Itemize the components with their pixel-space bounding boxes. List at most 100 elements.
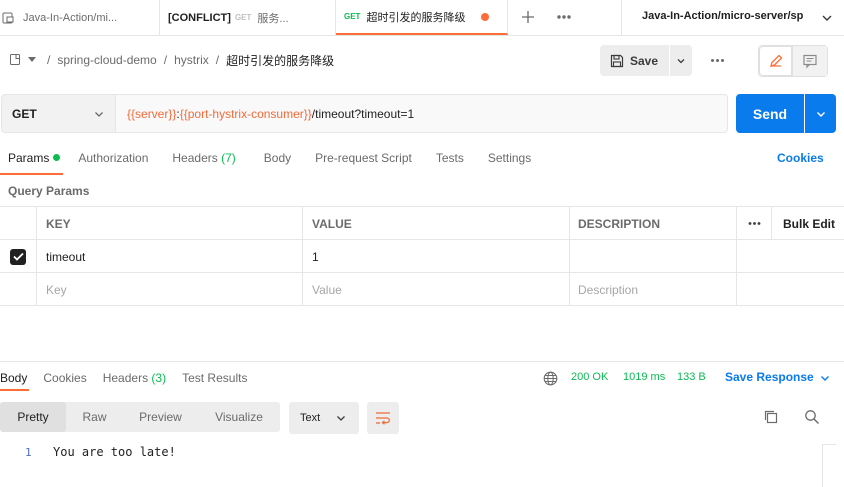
headers-count: (3) xyxy=(151,371,167,385)
chevron-down-icon xyxy=(816,111,825,117)
tab-params[interactable]: Params xyxy=(8,151,61,165)
response-body-text: You are too late! xyxy=(53,445,176,459)
tab-item[interactable]: [CONFLICT] GET 服务... xyxy=(160,0,336,35)
view-preview-button[interactable]: Preview xyxy=(123,402,198,432)
new-tab-button[interactable] xyxy=(518,7,538,27)
chevron-down-icon xyxy=(337,416,345,421)
save-button[interactable]: Save xyxy=(600,45,669,76)
format-select[interactable]: Text xyxy=(289,402,359,434)
table-row: timeout 1 xyxy=(0,240,844,273)
active-tab-underline xyxy=(0,389,29,391)
environment-selector[interactable]: Java-In-Action/micro-server/sp xyxy=(642,10,808,22)
tab-label: Headers xyxy=(102,371,149,385)
url-input[interactable]: {{server}}: {{port-hystrix-consumer}}/tim… xyxy=(116,94,728,133)
save-icon xyxy=(610,54,624,67)
row-spacer xyxy=(737,273,772,306)
wrap-lines-icon xyxy=(376,412,390,425)
tab-tests[interactable]: Tests xyxy=(436,151,464,165)
chevron-down-icon xyxy=(677,58,685,63)
response-size[interactable]: 133 B xyxy=(677,371,706,383)
tab-item[interactable]: Java-In-Action/mi... xyxy=(0,0,160,35)
documentation-mode-button[interactable] xyxy=(793,46,827,76)
bulk-edit-button[interactable]: Bulk Edit xyxy=(772,207,844,240)
tab-label: 超时引发的服务降级 xyxy=(366,11,466,24)
unsaved-dot-icon xyxy=(481,13,489,21)
caret-down-icon[interactable] xyxy=(28,57,36,63)
request-file-icon xyxy=(10,54,20,65)
plus-icon xyxy=(522,11,534,23)
save-options-button[interactable] xyxy=(670,45,692,76)
url-path: /timeout?timeout=1 xyxy=(311,106,415,121)
tab-settings[interactable]: Settings xyxy=(488,151,531,165)
column-header-key: KEY xyxy=(37,207,303,240)
tab-prerequest-script[interactable]: Pre-request Script xyxy=(315,151,412,165)
edit-mode-button[interactable] xyxy=(759,46,793,76)
wrap-lines-button[interactable] xyxy=(367,402,399,434)
response-body-editor[interactable]: 1 You are too late! xyxy=(0,445,822,465)
row-checkbox-cell xyxy=(0,240,37,273)
chevron-down-icon[interactable] xyxy=(819,372,831,384)
tab-response-body[interactable]: Body xyxy=(0,371,27,385)
tab-label: Java-In-Action/mi... xyxy=(23,11,118,24)
tab-label: Params xyxy=(8,151,50,165)
method-select[interactable]: GET xyxy=(1,94,116,133)
chevron-down-icon[interactable] xyxy=(820,11,834,25)
headers-count: (7) xyxy=(221,151,236,165)
cookies-link[interactable]: Cookies xyxy=(777,151,824,165)
format-value: Text xyxy=(300,412,321,424)
view-raw-button[interactable]: Raw xyxy=(66,402,123,432)
tab-response-cookies[interactable]: Cookies xyxy=(43,371,86,385)
line-number: 1 xyxy=(25,446,32,459)
more-horizontal-icon xyxy=(748,222,760,225)
send-options-button[interactable] xyxy=(805,94,836,133)
response-time[interactable]: 1019 ms xyxy=(623,371,665,383)
tab-test-results[interactable]: Test Results xyxy=(182,371,247,385)
chevron-down-icon xyxy=(95,112,103,117)
param-enabled-checkbox[interactable] xyxy=(10,248,26,265)
param-description-input[interactable] xyxy=(570,240,737,273)
breadcrumb-item[interactable]: hystrix xyxy=(174,53,209,67)
param-key-placeholder[interactable]: Key xyxy=(37,273,303,306)
row-checkbox-cell xyxy=(0,273,37,306)
request-more-button[interactable] xyxy=(708,52,726,68)
method-badge: GET xyxy=(344,12,361,21)
tab-label: Headers xyxy=(172,151,218,165)
param-value-input[interactable]: 1 xyxy=(303,240,570,273)
url-variable: {{port-hystrix-consumer}} xyxy=(179,106,312,121)
divider xyxy=(621,0,622,35)
tab-item-active[interactable]: GET 超时引发的服务降级 xyxy=(336,0,508,35)
tab-options-button[interactable] xyxy=(554,7,574,27)
tab-response-headers[interactable]: Headers (3) xyxy=(103,371,166,385)
editor-scrollbar[interactable] xyxy=(822,444,836,487)
url-variable: {{server}} xyxy=(127,106,177,121)
breadcrumb-separator: / xyxy=(163,53,168,67)
tab-authorization[interactable]: Authorization xyxy=(78,151,148,165)
pane-divider[interactable] xyxy=(0,361,844,362)
row-spacer xyxy=(737,240,772,273)
param-description-placeholder[interactable]: Description xyxy=(570,273,737,306)
copy-icon[interactable] xyxy=(763,409,779,425)
tab-headers[interactable]: Headers (7) xyxy=(172,151,235,165)
column-options-button[interactable] xyxy=(737,207,772,240)
request-file-icon xyxy=(2,12,14,23)
save-button-label: Save xyxy=(630,53,659,68)
breadcrumb-separator: / xyxy=(215,53,220,67)
tab-body[interactable]: Body xyxy=(264,151,291,165)
breadcrumb-separator: / xyxy=(47,53,51,67)
more-horizontal-icon xyxy=(710,58,724,62)
send-button[interactable]: Send xyxy=(736,94,804,133)
body-view-modes: Pretty Raw Preview Visualize xyxy=(0,402,280,432)
param-value-placeholder[interactable]: Value xyxy=(303,273,570,306)
param-key-input[interactable]: timeout xyxy=(37,240,303,273)
save-response-button[interactable]: Save Response xyxy=(725,370,814,384)
breadcrumb-item[interactable]: spring-cloud-demo xyxy=(57,53,156,67)
view-mode-toggle xyxy=(758,45,828,77)
request-name[interactable]: 超时引发的服务降级 xyxy=(226,52,334,69)
search-icon[interactable] xyxy=(804,409,820,425)
status-code[interactable]: 200 OK xyxy=(571,371,608,383)
globe-icon[interactable] xyxy=(543,371,558,386)
pencil-icon xyxy=(769,54,782,67)
view-pretty-button[interactable]: Pretty xyxy=(0,402,66,432)
request-tabs: Params Authorization Headers (7) Body Pr… xyxy=(8,150,531,166)
view-visualize-button[interactable]: Visualize xyxy=(198,402,280,432)
